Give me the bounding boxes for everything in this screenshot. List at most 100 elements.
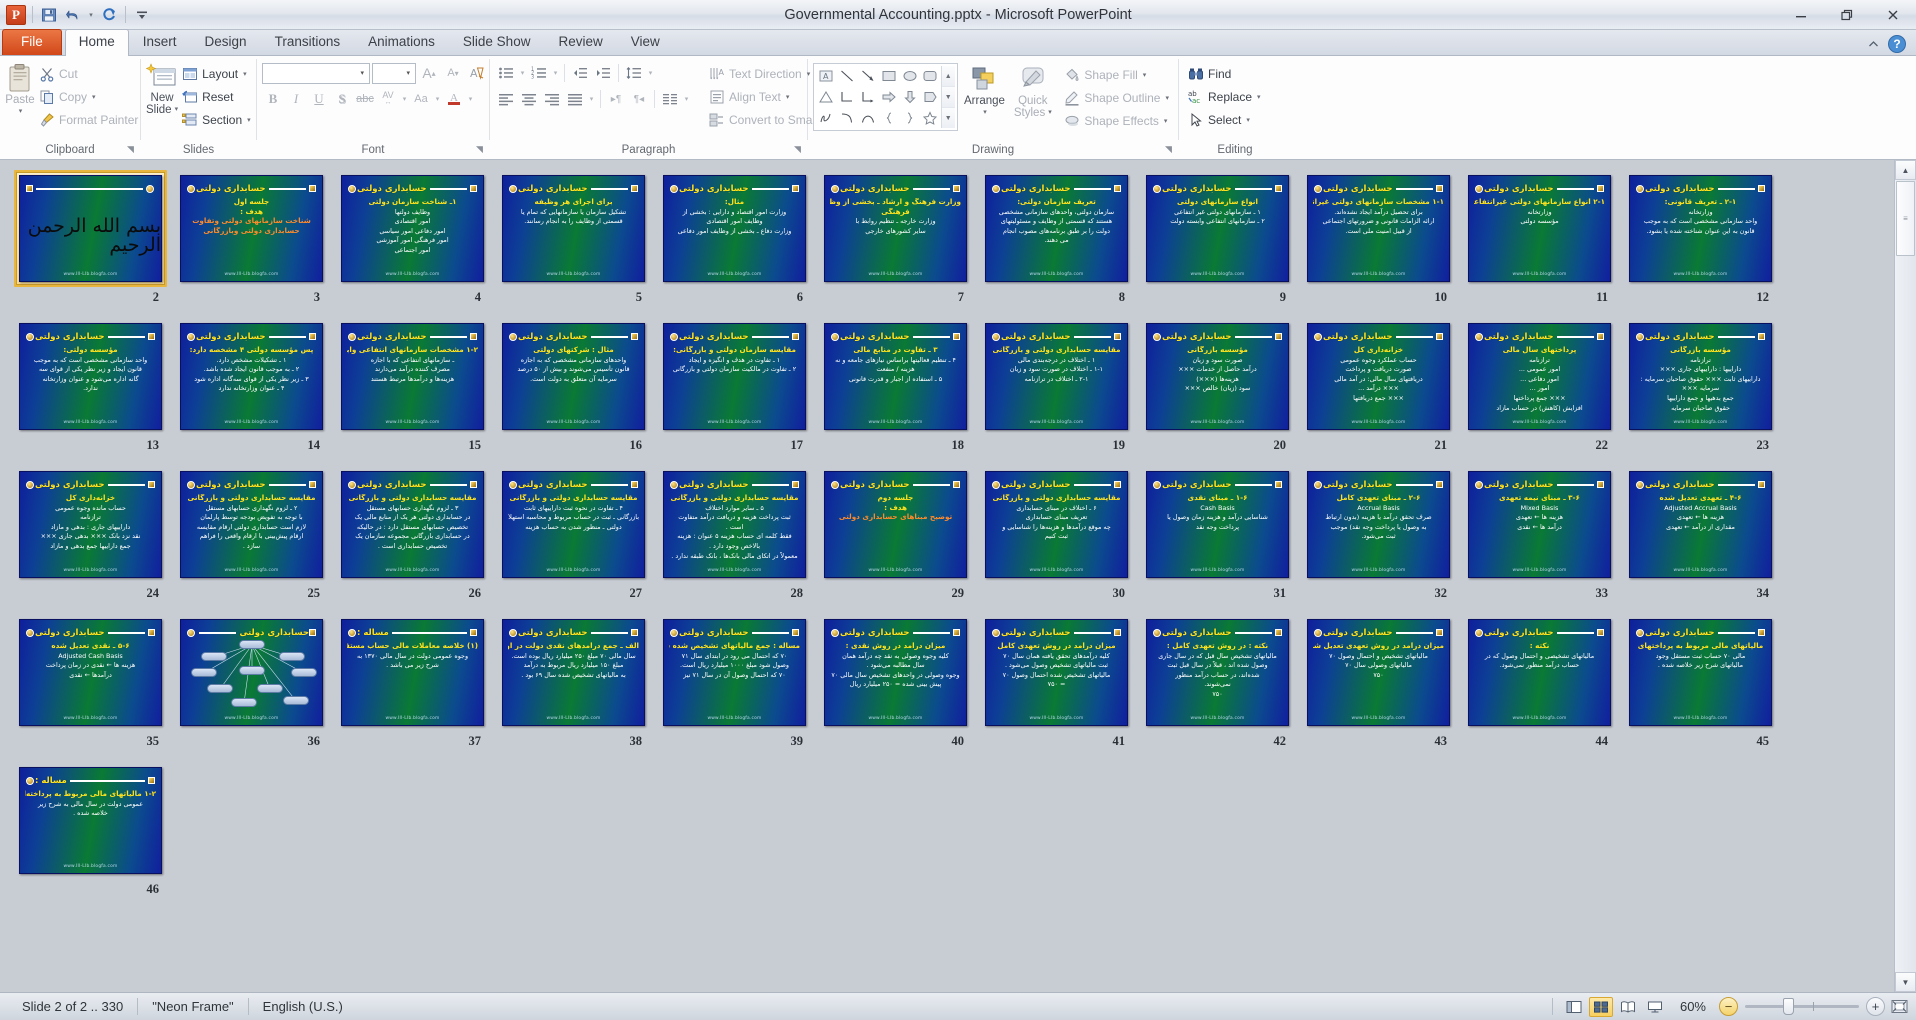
slide-thumbnail[interactable]: حسابداری دولتی مقایسه حسابداری دولتی و با…	[497, 466, 650, 583]
shape-outline-caret-icon[interactable]: ▾	[1165, 94, 1169, 102]
tab-slide-show[interactable]: Slide Show	[449, 29, 545, 55]
slide-preview[interactable]: حسابداری دولتی تعریف سازمان دولتی: سازمان …	[985, 175, 1128, 282]
slide-thumbnail[interactable]: حسابداری دولتی انواع سازمانهای دولتی ۱ ـ س…	[1141, 170, 1294, 287]
save-icon[interactable]	[38, 4, 60, 26]
slide-preview[interactable]: حسابداری دولتی مقایسه حسابداری دولتی و با…	[341, 471, 484, 578]
copy-caret-icon[interactable]: ▾	[92, 93, 96, 101]
slide-preview[interactable]: حسابداری دولتی وزارت فرهنگ و ارشاد ـ بخشی…	[824, 175, 967, 282]
slide-sorter-scrollbar[interactable]: ▲ ≡ ▼	[1894, 160, 1916, 992]
slide-cell[interactable]: حسابداری دولتی ۲-۱ انواع سازمانهای دولتی …	[1463, 166, 1624, 314]
shape-text-box-icon[interactable]: A	[816, 66, 837, 87]
slide-thumbnail[interactable]: حسابداری دولتی الف ـ جمع درآمدهای نقدی دو…	[497, 614, 650, 731]
slide-thumbnail[interactable]: حسابداری دولتی ۵-۶ ـ نقدی تعدیل شده Adjust…	[14, 614, 167, 731]
justify-caret-icon[interactable]: ▾	[587, 88, 596, 110]
slide-cell[interactable]: حسابداری دولتی مقایسه حسابداری دولتی و با…	[980, 462, 1141, 610]
shape-down-arrow-icon[interactable]	[899, 87, 920, 108]
shape-oval-icon[interactable]	[899, 66, 920, 87]
slide-preview[interactable]: مساله : (۱) خلاصه معاملات مالی حساب مستقل…	[341, 619, 484, 726]
slide-thumbnail[interactable]: حسابداری دولتی مؤسسه دولتی: واحد سازمانی م…	[14, 318, 167, 435]
reading-view-button[interactable]	[1616, 997, 1640, 1017]
window-controls[interactable]	[1778, 0, 1916, 29]
slide-cell[interactable]: حسابداری دولتی برای اجرای هر وظیفه تشکیل س…	[497, 166, 658, 314]
bullets-caret-icon[interactable]: ▾	[518, 62, 527, 84]
slide-thumbnail[interactable]: حسابداری دولتی میزان درآمد در روش تعهدی ک…	[980, 614, 1133, 731]
slide-cell[interactable]: حسابداری دولتی ۳ ـ تفاوت در منابع مالی ۴ ـ…	[819, 314, 980, 462]
slide-cell[interactable]: حسابداری دولتی میزان درآمد در روش تعهدی ک…	[980, 610, 1141, 758]
font-size-box[interactable]: ▾	[372, 62, 416, 84]
slide-thumbnail[interactable]: حسابداری دولتی مقایسه حسابداری دولتی و با…	[658, 466, 811, 583]
slide-preview[interactable]: حسابداری دولتی ۱-۲ مشخصات سازمانهای انتفا…	[341, 323, 484, 430]
slide-thumbnail[interactable]: حسابداری دولتی ۳ ـ تفاوت در منابع مالی ۴ ـ…	[819, 318, 972, 435]
slide-cell[interactable]: حسابداری دولتی نکته : در روش تعهدی کامل :…	[1141, 610, 1302, 758]
slide-cell[interactable]: حسابداری دولتی جلسه دوم هدف : توضیح مبناهای…	[819, 462, 980, 610]
slide-preview[interactable]: حسابداری دولتی مساله : جمع مالیاتهای تشخی…	[663, 619, 806, 726]
slide-cell[interactable]: حسابداری دولتی مثال : شرکتهای دولتی واحدها…	[497, 314, 658, 462]
slide-cell[interactable]: حسابداری دولتی ۱ـ شناخت سازمان دولتی وظایف…	[336, 166, 497, 314]
tab-transitions[interactable]: Transitions	[261, 29, 355, 55]
slide-thumbnail[interactable]: حسابداری دولتی جلسه اول هدف : شناخت سازمانه…	[175, 170, 328, 287]
arrange-button[interactable]: Arrange ▾	[964, 63, 1005, 119]
select-caret-icon[interactable]: ▾	[1246, 116, 1250, 124]
quick-styles-button[interactable]: Quick Styles ▾	[1011, 63, 1054, 119]
slide-cell[interactable]: حسابداری دولتی نکته : مالیاتهای تشخیصی و ا…	[1463, 610, 1624, 758]
slide-preview[interactable]: حسابداری دولتی الف ـ جمع درآمدهای نقدی دو…	[502, 619, 645, 726]
slide-thumbnail[interactable]: حسابداری دولتی جلسه دوم هدف : توضیح مبناهای…	[819, 466, 972, 583]
slide-thumbnail[interactable]: حسابداری دولتی مساله : جمع مالیاتهای تشخی…	[658, 614, 811, 731]
scrollbar-track[interactable]	[1895, 256, 1916, 972]
slide-cell[interactable]: مساله : (۱) خلاصه معاملات مالی حساب مستقل…	[336, 610, 497, 758]
shape-elbow-connector-icon[interactable]	[837, 87, 858, 108]
slide-thumbnail[interactable]: حسابداری دولتی نکته : مالیاتهای تشخیصی و ا…	[1463, 614, 1616, 731]
slide-thumbnail[interactable]: حسابداری دولتی میزان درآمد در روش تعهدی ت…	[1302, 614, 1455, 731]
restore-button[interactable]	[1824, 0, 1870, 30]
slide-thumbnail[interactable]: حسابداری دولتی مقایسه حسابداری دولتی و با…	[980, 318, 1133, 435]
slide-cell[interactable]: حسابداری دولتی ۵-۶ ـ نقدی تعدیل شده Adjust…	[14, 610, 175, 758]
bullets-button[interactable]	[495, 62, 517, 84]
powerpoint-logo-icon[interactable]: P	[5, 4, 27, 26]
align-left-button[interactable]	[495, 88, 517, 110]
slide-cell[interactable]: حسابداری دولتی میزان درآمد در روش نقدی :ک…	[819, 610, 980, 758]
redo-icon[interactable]	[98, 4, 120, 26]
slide-thumbnail[interactable]: حسابداری دولتی مثال : شرکتهای دولتی واحدها…	[497, 318, 650, 435]
slide-cell[interactable]: حسابداری دولتی www.III-LIb.blogfa.com 36	[175, 610, 336, 758]
scrollbar-thumb[interactable]: ≡	[1896, 181, 1915, 256]
tab-file[interactable]: File	[2, 29, 62, 55]
slide-preview[interactable]: حسابداری دولتی خزانه‌داری کل حساب مانده وج…	[19, 471, 162, 578]
columns-button[interactable]	[659, 88, 681, 110]
slide-cell[interactable]: حسابداری دولتی ۳-۶ ـ مبنای نیمه تعهدی Mixe…	[1463, 462, 1624, 610]
line-spacing-caret-icon[interactable]: ▾	[646, 62, 655, 84]
slide-preview[interactable]: حسابداری دولتی مؤسسه دولتی: واحد سازمانی م…	[19, 323, 162, 430]
tab-home[interactable]: Home	[64, 29, 129, 56]
fit-slide-to-window-button[interactable]	[1888, 997, 1910, 1017]
shape-rectangle-icon[interactable]	[878, 66, 899, 87]
shape-freeform-scribble-icon[interactable]	[816, 107, 837, 128]
slide-preview[interactable]: حسابداری دولتی مؤسسه بازرگانی صورت سود و ز…	[1146, 323, 1289, 430]
slide-cell[interactable]: حسابداری دولتی ۲-۶ ـ مبنای تعهدی کامل Accr…	[1302, 462, 1463, 610]
status-bar-right[interactable]: 60% − +	[1551, 996, 1916, 1017]
slide-thumbnail[interactable]: مساله : ۱-۲ مالیاتهای مالی مربوط به پرداخ…	[14, 762, 167, 879]
slide-thumbnail[interactable]: حسابداری دولتی www.III-LIb.blogfa.com	[175, 614, 328, 731]
shape-curve-icon[interactable]	[837, 107, 858, 128]
change-case-button[interactable]: Aa	[410, 88, 432, 110]
shape-outline-button[interactable]: Shape Outline ▾	[1060, 87, 1173, 109]
slide-preview[interactable]: حسابداری دولتی برای اجرای هر وظیفه تشکیل س…	[502, 175, 645, 282]
new-slide-button[interactable]: New Slide ▾	[146, 60, 178, 116]
slide-preview[interactable]: حسابداری دولتی ۳ ـ تفاوت در منابع مالی ۴ ـ…	[824, 323, 967, 430]
slide-preview[interactable]: حسابداری دولتی مثال : شرکتهای دولتی واحدها…	[502, 323, 645, 430]
slide-thumbnail[interactable]: حسابداری دولتی ۲-۶ ـ مبنای تعهدی کامل Accr…	[1302, 466, 1455, 583]
zoom-level-label[interactable]: 60%	[1670, 999, 1716, 1014]
slide-cell[interactable]: حسابداری دولتی مقایسه حسابداری دولتی و با…	[658, 462, 819, 610]
clipboard-dialog-launcher-icon[interactable]: ◥	[125, 144, 136, 155]
paragraph-dialog-launcher-icon[interactable]: ◥	[792, 144, 803, 155]
shape-effects-caret-icon[interactable]: ▾	[1164, 117, 1168, 125]
layout-button[interactable]: Layout ▾	[178, 63, 255, 85]
quick-styles-caret-icon[interactable]: ▾	[1048, 107, 1052, 119]
shape-rounded-rectangle-icon[interactable]	[920, 66, 941, 87]
slide-preview[interactable]: حسابداری دولتی ۱-۱ مشخصات سازمانهای دولتی…	[1307, 175, 1450, 282]
slide-preview[interactable]: حسابداری دولتی پرداختهای سال مالی ترازنامه…	[1468, 323, 1611, 430]
slide-cell[interactable]: حسابداری دولتی میزان درآمد در روش تعهدی ت…	[1302, 610, 1463, 758]
grow-font-button[interactable]: A ▴	[418, 62, 440, 84]
slide-thumbnail[interactable]: حسابداری دولتی ۳-۶ ـ مبنای نیمه تعهدی Mixe…	[1463, 466, 1616, 583]
bold-button[interactable]: B	[262, 88, 284, 110]
replace-caret-icon[interactable]: ▾	[1257, 93, 1261, 101]
tab-insert[interactable]: Insert	[129, 29, 191, 55]
